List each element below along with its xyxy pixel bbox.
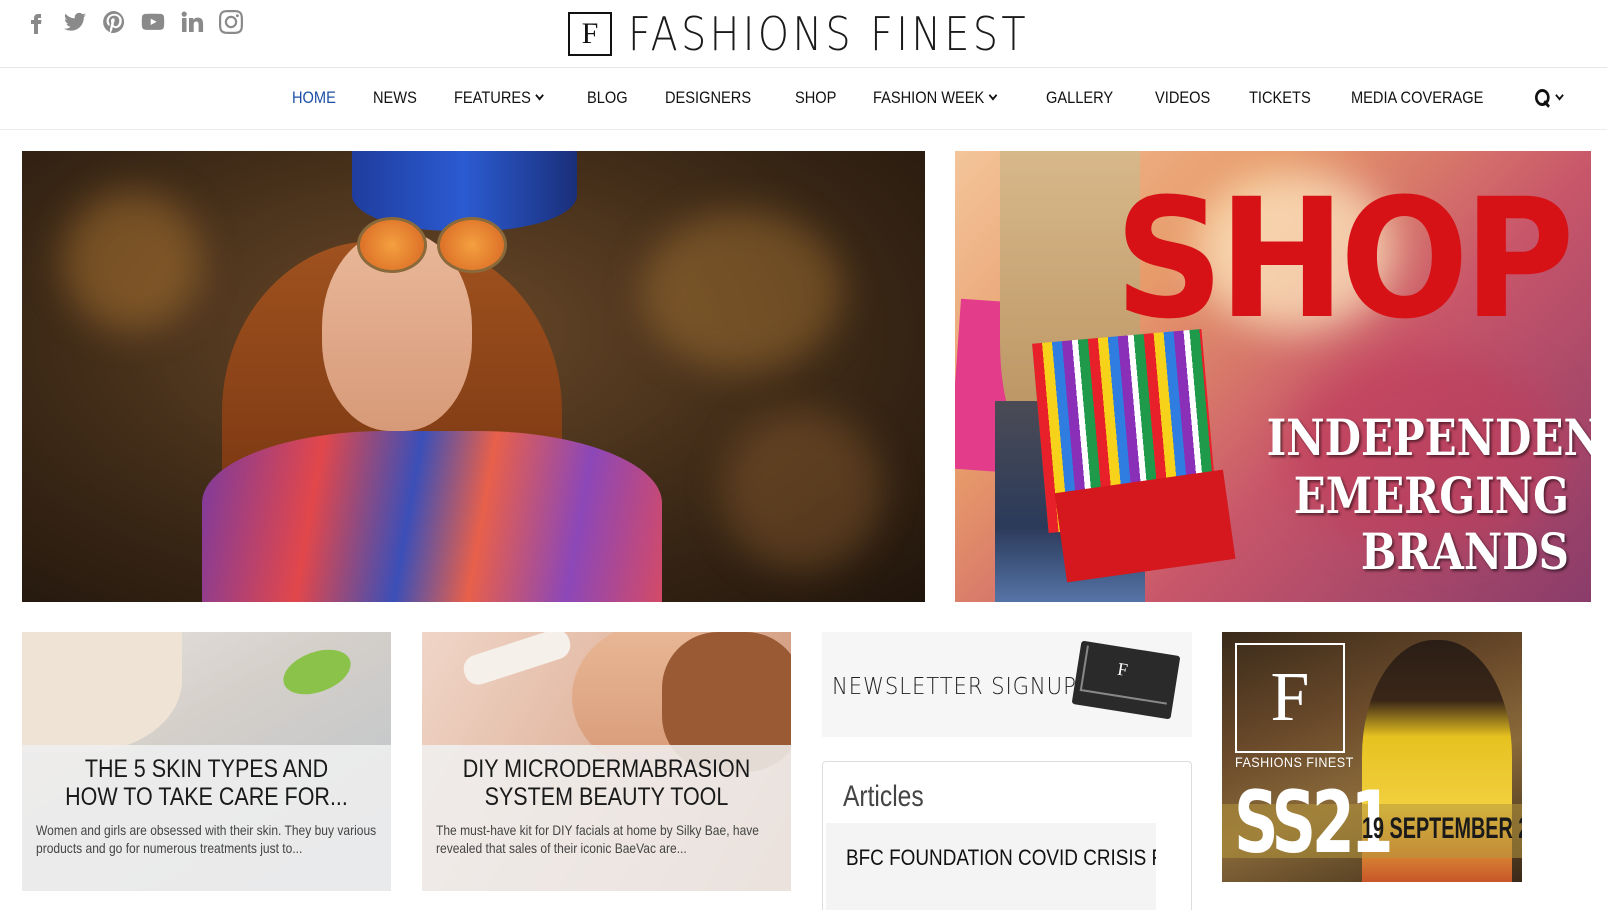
sunglasses-lens	[357, 217, 427, 273]
chevron-down-icon	[535, 90, 545, 101]
articles-widget: Articles BFC FOUNDATION COVID CRISIS FUN	[822, 761, 1192, 910]
chevron-down-icon	[1554, 90, 1564, 101]
bokeh-light	[642, 211, 842, 371]
envelope-logo-mark: F	[1116, 658, 1130, 681]
articles-widget-title: Articles	[843, 780, 924, 813]
nav-label: DESIGNERS	[664, 88, 751, 107]
bokeh-light	[62, 191, 202, 331]
ad-brand-name: FASHIONS FINEST	[1235, 754, 1354, 770]
article-card-excerpt: Women and girls are obsessed with their …	[36, 822, 377, 856]
nav-label: TICKETS	[1248, 88, 1311, 107]
nav-menu: HOME NEWS FEATURES BLOG DESIGNERS SHOP F…	[292, 88, 1597, 108]
nav-item-media-coverage[interactable]: MEDIA COVERAGE	[1351, 88, 1483, 108]
instagram-icon[interactable]	[217, 8, 245, 36]
shop-banner-line: BRANDS	[1360, 522, 1569, 581]
article-card-title[interactable]: DIY MICRODERMABRASION SYSTEM BEAUTY TOOL	[460, 755, 753, 811]
nav-item-shop[interactable]: SHOP	[795, 88, 836, 108]
sunglasses-lens	[437, 217, 507, 273]
youtube-icon[interactable]	[139, 8, 167, 36]
beauty-tool-image	[460, 632, 574, 689]
shop-banner[interactable]: SHOP INDEPENDENT EMERGING BRANDS	[955, 151, 1591, 602]
logo-mark-letter: F	[581, 17, 599, 50]
article-card-title[interactable]: THE 5 SKIN TYPES AND HOW TO TAKE CARE FO…	[60, 755, 353, 811]
ad-event-date: 19 SEPTEMBER 2020	[1362, 812, 1522, 845]
pinterest-icon[interactable]	[100, 8, 128, 36]
hand-image	[22, 632, 182, 752]
nav-item-designers[interactable]: DESIGNERS	[665, 88, 751, 108]
nav-label: GALLERY	[1046, 88, 1114, 107]
nav-label: SHOP	[794, 88, 837, 107]
bokeh-light	[722, 411, 882, 571]
chevron-down-icon	[989, 90, 998, 101]
nav-item-blog[interactable]: BLOG	[587, 88, 628, 108]
articles-widget-item-title: BFC FOUNDATION COVID CRISIS FUN	[846, 845, 1156, 870]
ad-logo-letter: F	[1270, 659, 1310, 736]
newsletter-signup-banner[interactable]: NEWSLETTER SIGNUP F	[822, 632, 1192, 737]
social-links	[22, 8, 245, 36]
article-card[interactable]: DIY MICRODERMABRASION SYSTEM BEAUTY TOOL…	[422, 632, 791, 891]
search-icon	[1534, 89, 1550, 107]
article-card-overlay: DIY MICRODERMABRASION SYSTEM BEAUTY TOOL…	[422, 745, 791, 891]
article-card[interactable]: THE 5 SKIN TYPES AND HOW TO TAKE CARE FO…	[22, 632, 391, 891]
nav-label: HOME	[292, 88, 336, 107]
nav-item-news[interactable]: NEWS	[373, 88, 417, 108]
leaf-image	[277, 641, 357, 703]
nav-label: MEDIA COVERAGE	[1350, 88, 1484, 107]
nav-item-fashion-week[interactable]: FASHION WEEK	[873, 88, 998, 108]
nav-label: NEWS	[373, 88, 417, 107]
logo-mark-icon: F	[568, 12, 612, 56]
main-nav: HOME NEWS FEATURES BLOG DESIGNERS SHOP F…	[0, 68, 1607, 130]
nav-item-tickets[interactable]: TICKETS	[1249, 88, 1311, 108]
article-card-overlay: THE 5 SKIN TYPES AND HOW TO TAKE CARE FO…	[22, 745, 391, 891]
linkedin-icon[interactable]	[178, 8, 206, 36]
nav-item-home[interactable]: HOME	[292, 88, 336, 108]
nav-item-features[interactable]: FEATURES	[454, 88, 545, 108]
nav-label: VIDEOS	[1154, 88, 1210, 107]
hero-feature-image[interactable]	[22, 151, 925, 602]
shop-banner-title: SHOP	[1114, 163, 1574, 355]
ad-logo-mark-icon: F	[1235, 643, 1345, 753]
ss21-event-ad[interactable]: F FASHIONS FINEST SS21 19 SEPTEMBER 2020	[1222, 632, 1522, 882]
nav-label: FASHION WEEK	[873, 88, 985, 107]
search-toggle[interactable]	[1534, 89, 1564, 107]
nav-label: FEATURES	[454, 88, 531, 107]
nav-item-gallery[interactable]: GALLERY	[1046, 88, 1113, 108]
logo-text: FASHIONS FINEST	[628, 7, 1030, 61]
shop-banner-line: INDEPENDENT	[1266, 408, 1591, 467]
twitter-icon[interactable]	[61, 8, 89, 36]
shop-banner-line: EMERGING	[1293, 466, 1569, 525]
nav-item-videos[interactable]: VIDEOS	[1155, 88, 1210, 108]
site-header: F FASHIONS FINEST	[0, 0, 1607, 68]
site-logo[interactable]: F FASHIONS FINEST	[568, 10, 1094, 58]
article-card-excerpt: The must-have kit for DIY facials at hom…	[436, 822, 759, 856]
newsletter-signup-label: NEWSLETTER SIGNUP	[832, 674, 1077, 700]
envelope-icon: F	[1071, 640, 1181, 720]
articles-widget-item[interactable]: BFC FOUNDATION COVID CRISIS FUN	[826, 823, 1156, 910]
facebook-icon[interactable]	[22, 8, 50, 36]
nav-label: BLOG	[587, 88, 629, 107]
model-dress	[202, 431, 662, 602]
